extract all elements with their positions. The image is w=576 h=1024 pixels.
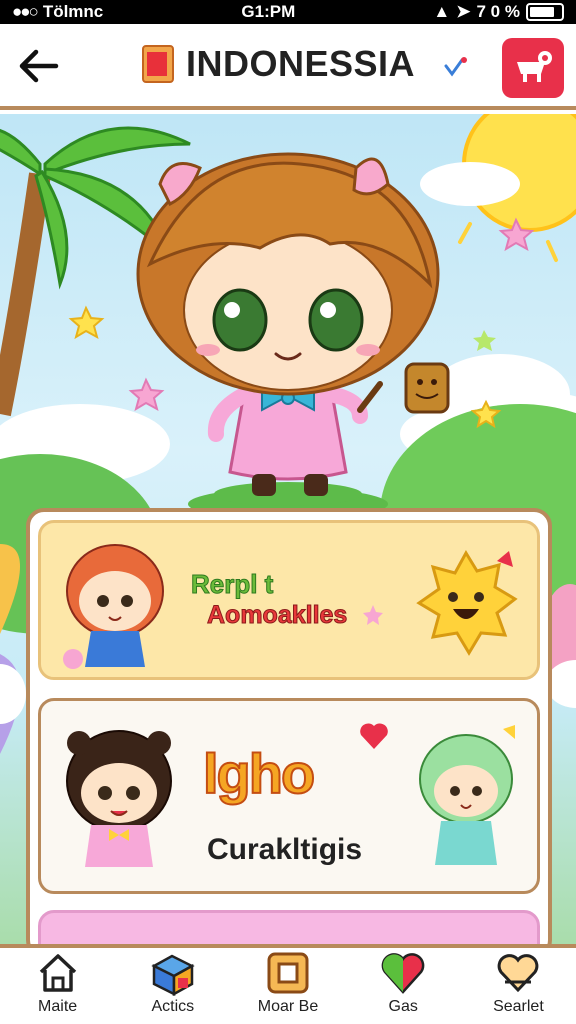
carrier-label: Tölmnc (42, 2, 104, 21)
nav-label-maite: Maite (38, 998, 78, 1015)
status-right: ▲ ➤ 7 0 % (433, 2, 564, 22)
box-icon (151, 954, 195, 996)
cart-icon (517, 51, 552, 82)
heart-icon (360, 723, 388, 749)
nav-item-maite[interactable]: Maite (0, 948, 115, 1024)
location-icon: ➤ (456, 2, 471, 21)
cart-button[interactable] (502, 38, 564, 98)
nav-item-actics[interactable]: Actics (115, 948, 230, 1024)
home-icon (39, 954, 76, 992)
app-header: INDONESSIA (0, 24, 576, 110)
back-arrow-icon (19, 49, 59, 83)
girl-character-icon (63, 544, 164, 669)
battery-icon (525, 3, 564, 21)
sparkle-icon (363, 605, 383, 625)
nav-label-gas: Gas (388, 998, 418, 1015)
nav-label-actics: Actics (151, 998, 195, 1015)
nav-label-searlet: Searlet (493, 998, 544, 1015)
nav-item-searlet[interactable]: Searlet (461, 948, 576, 1024)
green-character-icon (419, 725, 515, 865)
status-left: ●●○ Tölmnc (12, 2, 103, 22)
page-title: INDONESSIA (186, 43, 416, 84)
sun-mascot-icon (416, 550, 518, 656)
check-mark-icon (444, 57, 467, 77)
nav-item-moar-be[interactable]: Moar Be (230, 948, 345, 1024)
card-2-logo: lgho (202, 741, 316, 806)
title-group: INDONESSIA (140, 42, 415, 86)
status-time: G1:PM (241, 2, 296, 21)
bottom-nav: Maite Actics Moar Be Gas Searlet (0, 944, 576, 1024)
nav-label-moar-be: Moar Be (257, 998, 319, 1015)
back-button[interactable] (14, 44, 62, 88)
signal-dots-icon: ●●○ (12, 2, 39, 21)
flag-icon (142, 45, 174, 83)
boy-character-icon (66, 730, 172, 867)
signal-icon: ▲ (433, 2, 451, 21)
card-1-subtitle: Aomoaklles (206, 601, 348, 630)
heart-icon (381, 953, 425, 994)
heart-outline-icon (498, 954, 539, 993)
featured-card-1[interactable]: Rerpl t Aomoaklles (38, 520, 540, 680)
card-1-title: Rerpl t (190, 569, 274, 600)
featured-card-2[interactable]: lgho Curakltigis (38, 698, 540, 894)
battery-percent: 7 0 % (476, 2, 520, 21)
square-icon (267, 952, 309, 994)
card-2-name: Curakltigis (207, 833, 363, 866)
nav-item-gas[interactable]: Gas (346, 948, 461, 1024)
card-panel: Rerpl t Aomoaklles lgho Curakltigis (26, 508, 552, 958)
status-bar: ●●○ Tölmnc G1:PM ▲ ➤ 7 0 % (0, 0, 576, 24)
